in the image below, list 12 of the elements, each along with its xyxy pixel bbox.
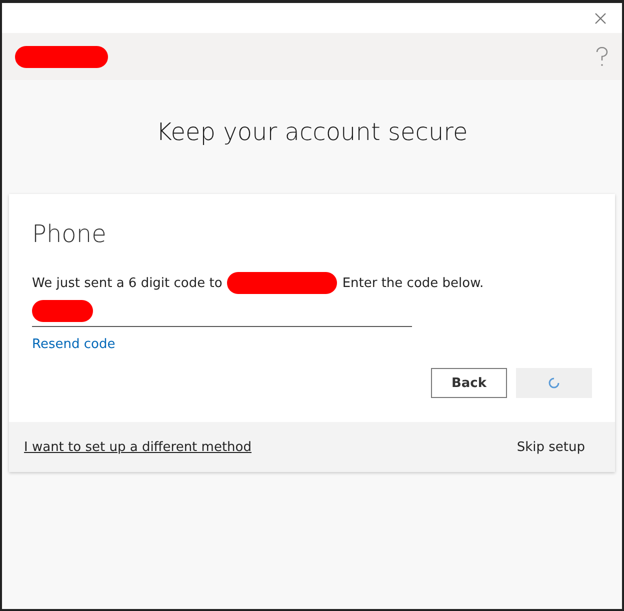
card-heading: Phone [32,220,108,248]
resend-code-link[interactable]: Resend code [32,337,116,352]
skip-setup-link[interactable]: Skip setup [516,440,585,454]
help-icon[interactable] [596,46,608,66]
message-text: We just sent a 6 digit code to [32,276,222,290]
close-icon[interactable] [595,12,606,24]
back-button[interactable]: Back [431,368,507,398]
message-text: Enter the code below. [342,276,484,290]
different-method-link[interactable]: I want to set up a different method [24,440,252,454]
redaction-mark [32,300,93,322]
spinner-icon [548,377,560,389]
page-title: Keep your account secure [155,118,469,146]
